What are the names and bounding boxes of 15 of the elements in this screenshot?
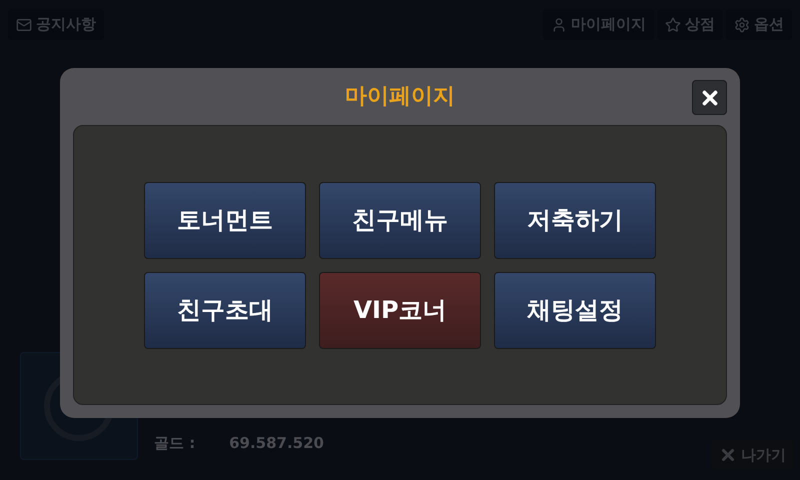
- stat-label: 골드 :: [154, 432, 196, 454]
- settings-icon: [734, 16, 750, 32]
- user-icon: [551, 16, 567, 32]
- menu-button[interactable]: 친구메뉴: [319, 182, 481, 258]
- menu-button[interactable]: 토너먼트: [144, 182, 306, 258]
- envelope-icon: [16, 16, 32, 32]
- menu-button[interactable]: 채팅설정: [494, 272, 656, 348]
- menu-button[interactable]: VIP코너: [319, 272, 481, 348]
- close-button[interactable]: [692, 80, 727, 115]
- close-icon: [719, 446, 737, 464]
- star-icon: [665, 16, 681, 32]
- stat-value: 69.587.520: [229, 432, 324, 454]
- menu-button[interactable]: 저축하기: [494, 182, 656, 258]
- dialog-title: 마이페이지: [345, 83, 455, 111]
- menu-button[interactable]: 친구초대: [144, 272, 306, 348]
